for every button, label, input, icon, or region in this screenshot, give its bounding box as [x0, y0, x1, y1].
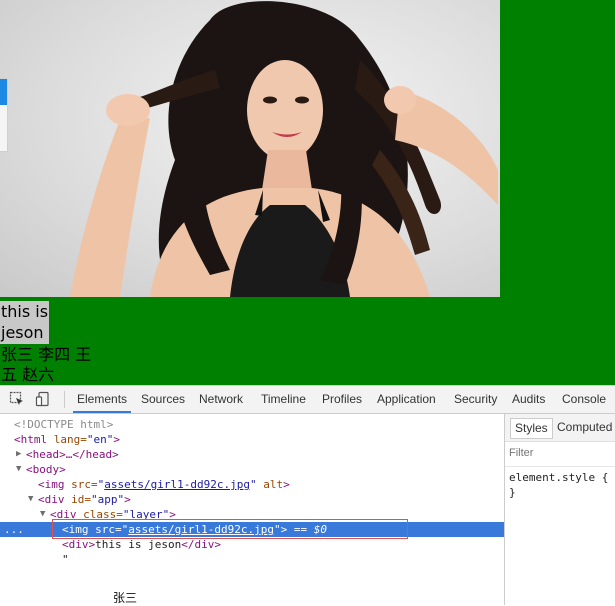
dom-body[interactable]: ▼ <body> — [0, 462, 504, 477]
styles-pane: Styles Computed element.style { } — [504, 414, 615, 605]
text-quote: " — [62, 553, 69, 566]
dom-head[interactable]: ▶ <head>…</head> — [0, 447, 504, 462]
head-node: <head>…</head> — [26, 448, 119, 461]
more-dots-icon[interactable]: ... — [4, 522, 24, 537]
names-line-1: 张三 李四 王 — [1, 345, 92, 364]
inspect-icon[interactable] — [9, 391, 25, 407]
side-panel-edge[interactable] — [0, 78, 8, 152]
tab-security[interactable]: Security — [454, 386, 497, 413]
dom-img-1[interactable]: <img src="assets/girl1-dd92c.jpg" alt> — [0, 477, 504, 492]
tab-console[interactable]: Console — [562, 386, 606, 413]
clipped-text: 张三 — [113, 591, 138, 605]
element-style-rule[interactable]: element.style { — [509, 471, 608, 484]
element-style-close: } — [509, 486, 516, 499]
tab-computed[interactable]: Computed — [553, 418, 615, 437]
selection-highlight-box — [52, 519, 408, 539]
dom-doctype[interactable]: <!DOCTYPE html> — [0, 417, 504, 432]
dom-text-node[interactable]: " — [0, 552, 504, 567]
names-line-2: 五 赵六 — [1, 365, 55, 384]
page-viewport: this is jeson 张三 李四 王 五 赵六 — [0, 0, 615, 385]
div-app-node: <div id="app"> — [38, 493, 131, 506]
elements-tree[interactable]: <!DOCTYPE html> <html lang="en"> ▶ <head… — [0, 414, 504, 605]
tab-sources[interactable]: Sources — [141, 386, 185, 413]
div-text-node: <div>this is jeson</div> — [62, 538, 221, 551]
img-node-1: <img src="assets/girl1-dd92c.jpg" alt> — [38, 478, 290, 491]
collapse-triangle-icon[interactable]: ▼ — [28, 492, 33, 507]
portrait-illustration — [70, 1, 498, 297]
tab-profiles[interactable]: Profiles — [322, 386, 362, 413]
devtools-panel: Elements Sources Network Timeline Profil… — [0, 385, 615, 605]
filter-divider — [505, 466, 615, 467]
tab-elements[interactable]: Elements — [72, 386, 132, 413]
html-node: <html lang="en"> — [14, 433, 120, 446]
collapse-triangle-icon[interactable]: ▼ — [40, 507, 45, 522]
toolbar-separator — [64, 391, 65, 408]
styles-filter-input[interactable] — [509, 447, 609, 459]
tab-timeline[interactable]: Timeline — [261, 386, 306, 413]
dom-div-app[interactable]: ▼ <div id="app"> — [0, 492, 504, 507]
caption-line-2: jeson — [1, 323, 44, 342]
tab-audits[interactable]: Audits — [512, 386, 545, 413]
photo-image — [0, 0, 500, 297]
dom-div-text[interactable]: <div>this is jeson</div> — [0, 537, 504, 552]
doctype-text: <!DOCTYPE html> — [14, 418, 114, 431]
body-node: <body> — [26, 463, 66, 476]
collapse-triangle-icon[interactable]: ▼ — [16, 462, 21, 477]
device-mode-icon[interactable] — [35, 391, 51, 407]
tab-network[interactable]: Network — [199, 386, 243, 413]
styles-tabbar: Styles Computed — [505, 414, 615, 442]
expand-triangle-icon[interactable]: ▶ — [16, 447, 21, 462]
tab-styles[interactable]: Styles — [510, 418, 553, 439]
dom-html[interactable]: <html lang="en"> — [0, 432, 504, 447]
caption-line-1: this is — [1, 302, 49, 321]
tab-application[interactable]: Application — [377, 386, 436, 413]
side-panel-accent — [0, 79, 7, 105]
devtools-toolbar: Elements Sources Network Timeline Profil… — [0, 386, 615, 414]
